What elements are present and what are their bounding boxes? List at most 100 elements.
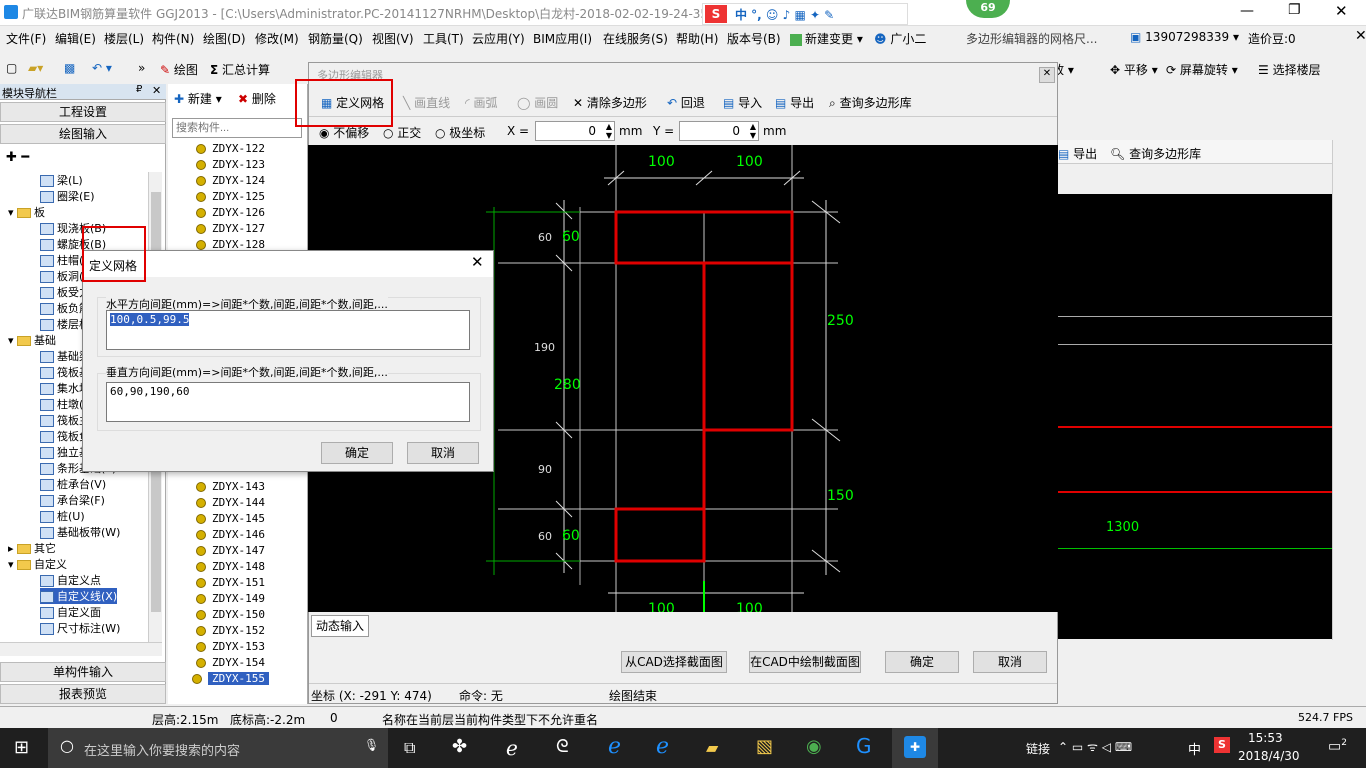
clock-date[interactable]: 2018/4/30	[1238, 749, 1300, 763]
taskbar-link-label[interactable]: 链接	[1026, 740, 1050, 757]
pan-button[interactable]: ✥ 平移 ▾	[1110, 61, 1158, 78]
y-spinner[interactable]: ▲ ▼	[750, 122, 756, 140]
notes-icon[interactable]: ▧	[756, 736, 773, 757]
draw-line-button[interactable]: ╲ 画直线	[403, 94, 450, 111]
draw-in-cad-button[interactable]: 在CAD中绘制截面图	[749, 651, 861, 673]
tree-item[interactable]: 圈梁(E)	[40, 188, 95, 204]
component-list-item[interactable]: ZDYX-127	[196, 222, 265, 235]
editor-cancel-button[interactable]: 取消	[973, 651, 1047, 673]
bg-export-button[interactable]: ▤ 导出	[1058, 145, 1097, 162]
tree-item[interactable]: 自定义点	[40, 572, 101, 588]
component-list-item[interactable]: ZDYX-126	[196, 206, 265, 219]
tree-item[interactable]: ▸ 其它	[8, 540, 56, 556]
menu-file[interactable]: 文件(F)	[6, 30, 46, 47]
tray-icons[interactable]: ⌃ ▭ ᯤ ◁ ⌨	[1058, 738, 1132, 755]
tree-item[interactable]: 自定义面	[40, 604, 101, 620]
close-button[interactable]: ✕	[1335, 2, 1348, 20]
clear-polygon-button[interactable]: ✕ 清除多边形	[573, 94, 647, 111]
app-fan-icon[interactable]: ✤	[452, 736, 467, 757]
x-input[interactable]: 0 ▲ ▼	[535, 121, 615, 141]
notice-text[interactable]: 多边形编辑器的网格尺...	[966, 30, 1097, 47]
tree-item[interactable]: 尺寸标注(W)	[40, 620, 120, 636]
sum-calc-button[interactable]: Σ 汇总计算	[210, 61, 270, 78]
dialog-cancel-button[interactable]: 取消	[407, 442, 479, 464]
dialog-ok-button[interactable]: 确定	[321, 442, 393, 464]
rotate-button[interactable]: ⟳ 屏幕旋转 ▾	[1166, 61, 1238, 78]
task-view-icon[interactable]: ⧉	[404, 738, 415, 758]
y-input[interactable]: 0 ▲ ▼	[679, 121, 759, 141]
tree-item[interactable]: 梁(L)	[40, 172, 83, 188]
new-component-button[interactable]: ✚ 新建 ▾	[174, 90, 222, 107]
tree-hscroll[interactable]	[0, 642, 162, 656]
component-list-item[interactable]: ZDYX-125	[196, 190, 265, 203]
bg-scrollbar[interactable]	[1332, 140, 1352, 640]
component-list-item[interactable]: ZDYX-148	[196, 560, 265, 573]
edge-icon[interactable]: ℯ	[608, 734, 621, 759]
component-list-item[interactable]: ZDYX-146	[196, 528, 265, 541]
export-button[interactable]: ▤ 导出	[775, 94, 814, 111]
menu-assistant[interactable]: ☻ 广小二	[874, 30, 926, 47]
report-preview-tab[interactable]: 报表预览	[0, 684, 166, 704]
windows-start-icon[interactable]: ⊞	[14, 737, 29, 758]
component-list-item[interactable]: ZDYX-154	[196, 656, 265, 669]
menu-draw[interactable]: 绘图(D)	[203, 30, 246, 47]
mode-polar[interactable]: ○ 极坐标	[435, 124, 485, 141]
undo-step-button[interactable]: ↶ 回退	[667, 94, 705, 111]
tree-item[interactable]: 基础板带(W)	[40, 524, 120, 540]
panel-close-icon[interactable]: ✕	[1355, 28, 1366, 44]
editor-close-button[interactable]: ✕	[1039, 67, 1055, 83]
menu-edit[interactable]: 编辑(E)	[55, 30, 96, 47]
draw-arc-button[interactable]: ◜ 画弧	[465, 94, 498, 111]
component-list-item[interactable]: ZDYX-124	[196, 174, 265, 187]
component-list-item[interactable]: ZDYX-155	[192, 672, 269, 685]
component-list-item[interactable]: ZDYX-122	[196, 142, 265, 155]
component-list-item[interactable]: ZDYX-145	[196, 512, 265, 525]
ime-bar[interactable]: S 中 °, ☺ ♪ ▦ ✦ ✎	[702, 3, 908, 25]
expand-arrow-icon[interactable]: ▾	[8, 334, 17, 347]
menu-help[interactable]: 帮助(H)	[676, 30, 718, 47]
user-account[interactable]: ▣ 13907298339 ▾	[1130, 30, 1239, 44]
component-list-item[interactable]: ZDYX-152	[196, 624, 265, 637]
component-list-item[interactable]: ZDYX-151	[196, 576, 265, 589]
menu-rebar[interactable]: 钢筋量(Q)	[308, 30, 363, 47]
minimize-button[interactable]: —	[1240, 3, 1254, 19]
tree-item[interactable]: 桩承台(V)	[40, 476, 106, 492]
tree-item[interactable]: 承台梁(F)	[40, 492, 105, 508]
component-list-item[interactable]: ZDYX-143	[196, 480, 265, 493]
h-spacing-input[interactable]: 100,0.5,99.5	[106, 310, 470, 350]
input-lang[interactable]: 中	[1188, 739, 1201, 758]
menu-version[interactable]: 版本号(B)	[727, 30, 781, 47]
single-input-tab[interactable]: 单构件输入	[0, 662, 166, 682]
undo-icon[interactable]: ↶ ▾	[92, 61, 112, 75]
component-list-item[interactable]: ZDYX-149	[196, 592, 265, 605]
component-list-item[interactable]: ZDYX-144	[196, 496, 265, 509]
expand-arrow-icon[interactable]: ▾	[8, 558, 17, 571]
editor-ok-button[interactable]: 确定	[885, 651, 959, 673]
tree-item[interactable]: ▾ 基础	[8, 332, 56, 348]
v-spacing-input[interactable]: 60,90,190,60	[106, 382, 470, 422]
menu-new-change[interactable]: 新建变更 ▾	[790, 30, 863, 47]
restore-button[interactable]: ❐	[1288, 2, 1301, 18]
new-file-icon[interactable]: ▢	[6, 61, 17, 75]
dynamic-input-tab[interactable]: 动态输入	[311, 615, 369, 637]
save-icon[interactable]: ▩	[64, 61, 75, 75]
bg-query-button[interactable]: 🔍︎ 查询多边形库	[1110, 145, 1201, 162]
sogou-tray-icon[interactable]: S	[1214, 737, 1230, 753]
component-search-input[interactable]	[172, 118, 302, 138]
select-floor-button[interactable]: ☰ 选择楼层	[1258, 61, 1321, 78]
expand-arrow-icon[interactable]: ▸	[8, 542, 17, 555]
delete-component-button[interactable]: ✖ 删除	[238, 90, 276, 107]
taskbar-search[interactable]: ○ 在这里输入你要搜索的内容 🎙︎	[48, 728, 388, 768]
expand-collapse-icons[interactable]: ✚ ━	[6, 150, 29, 165]
tree-item[interactable]: 自定义线(X)	[40, 588, 118, 604]
mic-icon[interactable]: 🎙︎	[364, 738, 379, 752]
menu-online[interactable]: 在线服务(S)	[603, 30, 668, 47]
tree-item[interactable]: ▾ 自定义	[8, 556, 67, 572]
menu-floor[interactable]: 楼层(L)	[104, 30, 144, 47]
app-swirl-icon[interactable]: ᘓ	[556, 736, 569, 757]
menu-bim[interactable]: BIM应用(I)	[533, 30, 592, 47]
folder-icon[interactable]: ▰	[706, 738, 718, 757]
notification-center-icon[interactable]: ▭2	[1328, 738, 1347, 755]
tree-item[interactable]: 桩(U)	[40, 508, 85, 524]
app-green-icon[interactable]: ◉	[806, 736, 822, 757]
